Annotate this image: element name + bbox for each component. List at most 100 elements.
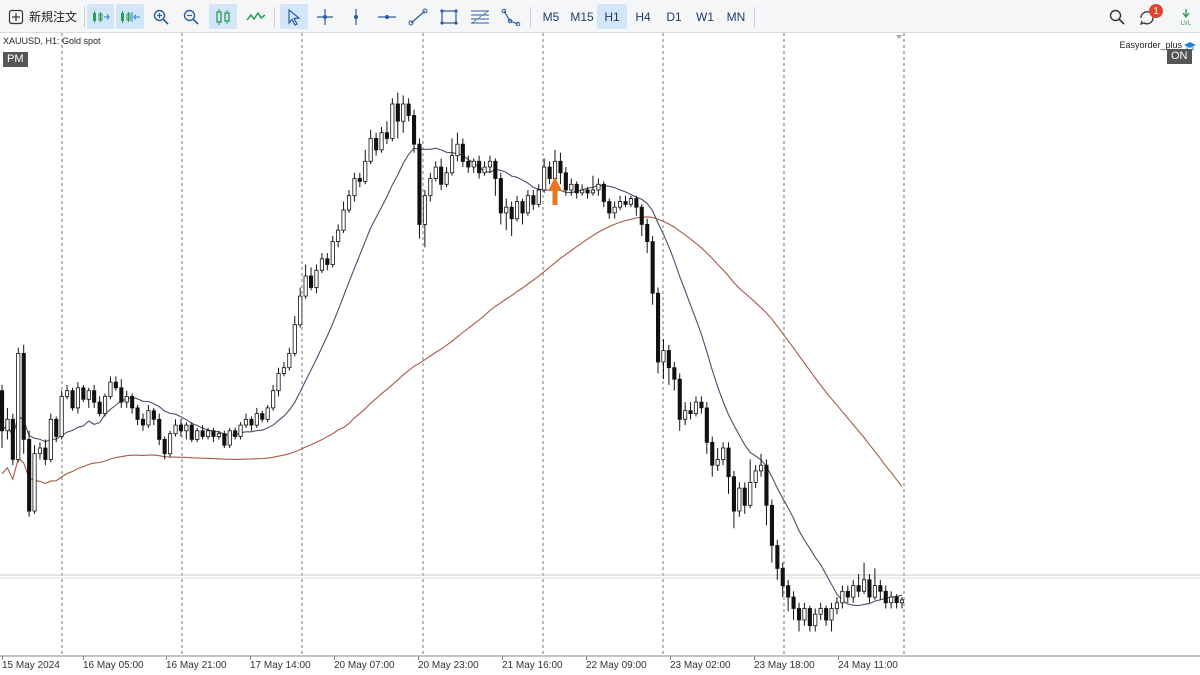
bearish-candle: [878, 585, 883, 592]
bearish-candle: [520, 201, 525, 214]
bearish-candle: [607, 201, 612, 214]
zoom-out-button[interactable]: [179, 4, 203, 29]
timeframe-d1[interactable]: D1: [659, 4, 689, 29]
bullish-candle: [341, 209, 346, 231]
rectangle-button[interactable]: [435, 4, 463, 29]
bearish-candle: [563, 172, 568, 191]
x-tick-label: 20 May 07:00: [334, 660, 395, 671]
notification-badge: 1: [1149, 4, 1163, 18]
bullish-candle: [184, 424, 189, 432]
vertical-line-button[interactable]: [343, 4, 369, 29]
chart-shift-icon: [121, 10, 140, 23]
bearish-candle: [140, 418, 146, 426]
bearish-candle: [477, 160, 482, 174]
bullish-candle: [737, 487, 742, 512]
bullish-candle: [683, 410, 688, 420]
crosshair-button[interactable]: [312, 4, 338, 29]
session-tag: PM: [3, 52, 28, 67]
bullish-candle: [401, 103, 406, 122]
bearish-candle: [97, 401, 102, 415]
shapes-button[interactable]: [497, 4, 525, 29]
bearish-candle: [0, 390, 5, 432]
candlestick-icon: [216, 8, 230, 25]
timeframe-w1[interactable]: W1: [690, 4, 720, 29]
bullish-candle: [368, 138, 373, 162]
fibonacci-button[interactable]: [466, 4, 494, 29]
bullish-candle: [59, 395, 64, 437]
bullish-candle: [433, 166, 438, 180]
bearish-candle: [645, 223, 650, 242]
bullish-candle: [314, 269, 319, 288]
bearish-candle: [639, 206, 644, 225]
price-chart[interactable]: 15 May 2024 16 May 05:00 16 May 21:00 17 Ma…: [0, 33, 1200, 675]
bullish-candle: [542, 166, 547, 191]
bullish-candle: [840, 590, 845, 604]
bullish-candle: [303, 275, 308, 297]
bullish-candle: [330, 241, 335, 265]
zoom-in-button[interactable]: [149, 4, 173, 29]
cursor-button[interactable]: [280, 4, 308, 29]
bearish-candle: [688, 410, 693, 415]
bearish-candle: [574, 183, 579, 194]
bearish-candle: [883, 590, 888, 604]
autoscroll-button[interactable]: [87, 4, 114, 29]
bearish-candle: [10, 418, 15, 460]
bullish-candle: [298, 295, 303, 326]
bearish-candle: [769, 504, 774, 546]
candlestick-button[interactable]: [209, 4, 237, 29]
bearish-candle: [439, 166, 444, 185]
bearish-candle: [558, 160, 563, 174]
bullish-candle: [287, 352, 292, 369]
bullish-candle: [32, 453, 37, 512]
new-order-icon: [8, 9, 24, 24]
line-chart-button[interactable]: [242, 4, 270, 29]
timeframe-m15[interactable]: M15: [567, 4, 597, 29]
search-icon: [1109, 9, 1125, 25]
bearish-candle: [374, 138, 379, 151]
chart-area[interactable]: 15 May 2024 16 May 05:00 16 May 21:00 17 Ma…: [0, 33, 1200, 675]
bullish-candle: [862, 579, 867, 592]
bearish-candle: [797, 608, 802, 621]
short-moving-average: [1, 147, 903, 607]
x-tick-label: 15 May 2024: [2, 660, 60, 671]
new-order-button[interactable]: 新規注文: [4, 4, 82, 29]
level-button[interactable]: LVL: [1176, 4, 1196, 29]
horizontal-line-button[interactable]: [373, 4, 401, 29]
timeframe-m5[interactable]: M5: [536, 4, 566, 29]
chart-shift-button[interactable]: [116, 4, 144, 29]
bullish-candle: [216, 433, 221, 438]
bearish-candle: [21, 352, 26, 440]
search-button[interactable]: [1105, 4, 1129, 29]
bearish-candle: [325, 258, 330, 265]
bullish-candle: [390, 103, 395, 139]
toolbar-divider: [530, 7, 531, 27]
bullish-candle: [569, 183, 574, 191]
bullish-candle: [504, 206, 509, 214]
bearish-candle: [894, 596, 899, 604]
x-tick-label: 24 May 11:00: [838, 660, 898, 671]
timeframe-h4[interactable]: H4: [628, 4, 658, 29]
bearish-candle: [666, 350, 671, 369]
bearish-candle: [466, 160, 471, 168]
bearish-candle: [699, 401, 704, 409]
bearish-candle: [260, 413, 265, 420]
x-tick-label: 23 May 02:00: [670, 660, 731, 671]
bullish-candle: [336, 229, 341, 243]
bullish-candle: [75, 387, 81, 409]
zoom-in-icon: [153, 9, 169, 25]
timeframe-h1[interactable]: H1: [597, 4, 627, 29]
bullish-candle: [471, 160, 476, 168]
symbol-label: XAUUSD, H1: Gold spot: [3, 36, 101, 46]
trendline-button[interactable]: [404, 4, 432, 29]
bullish-candle: [276, 373, 281, 392]
bullish-candle: [628, 198, 633, 205]
bearish-candle: [710, 441, 715, 466]
timeframe-mn[interactable]: MN: [721, 4, 751, 29]
bullish-candle: [352, 178, 357, 197]
buy-arrow-marker: [548, 177, 562, 205]
fibonacci-icon: [471, 9, 489, 24]
horizontal-line-icon: [378, 14, 396, 19]
bearish-candle: [162, 438, 167, 455]
bullish-candle: [205, 430, 211, 437]
bullish-candle: [346, 195, 352, 211]
